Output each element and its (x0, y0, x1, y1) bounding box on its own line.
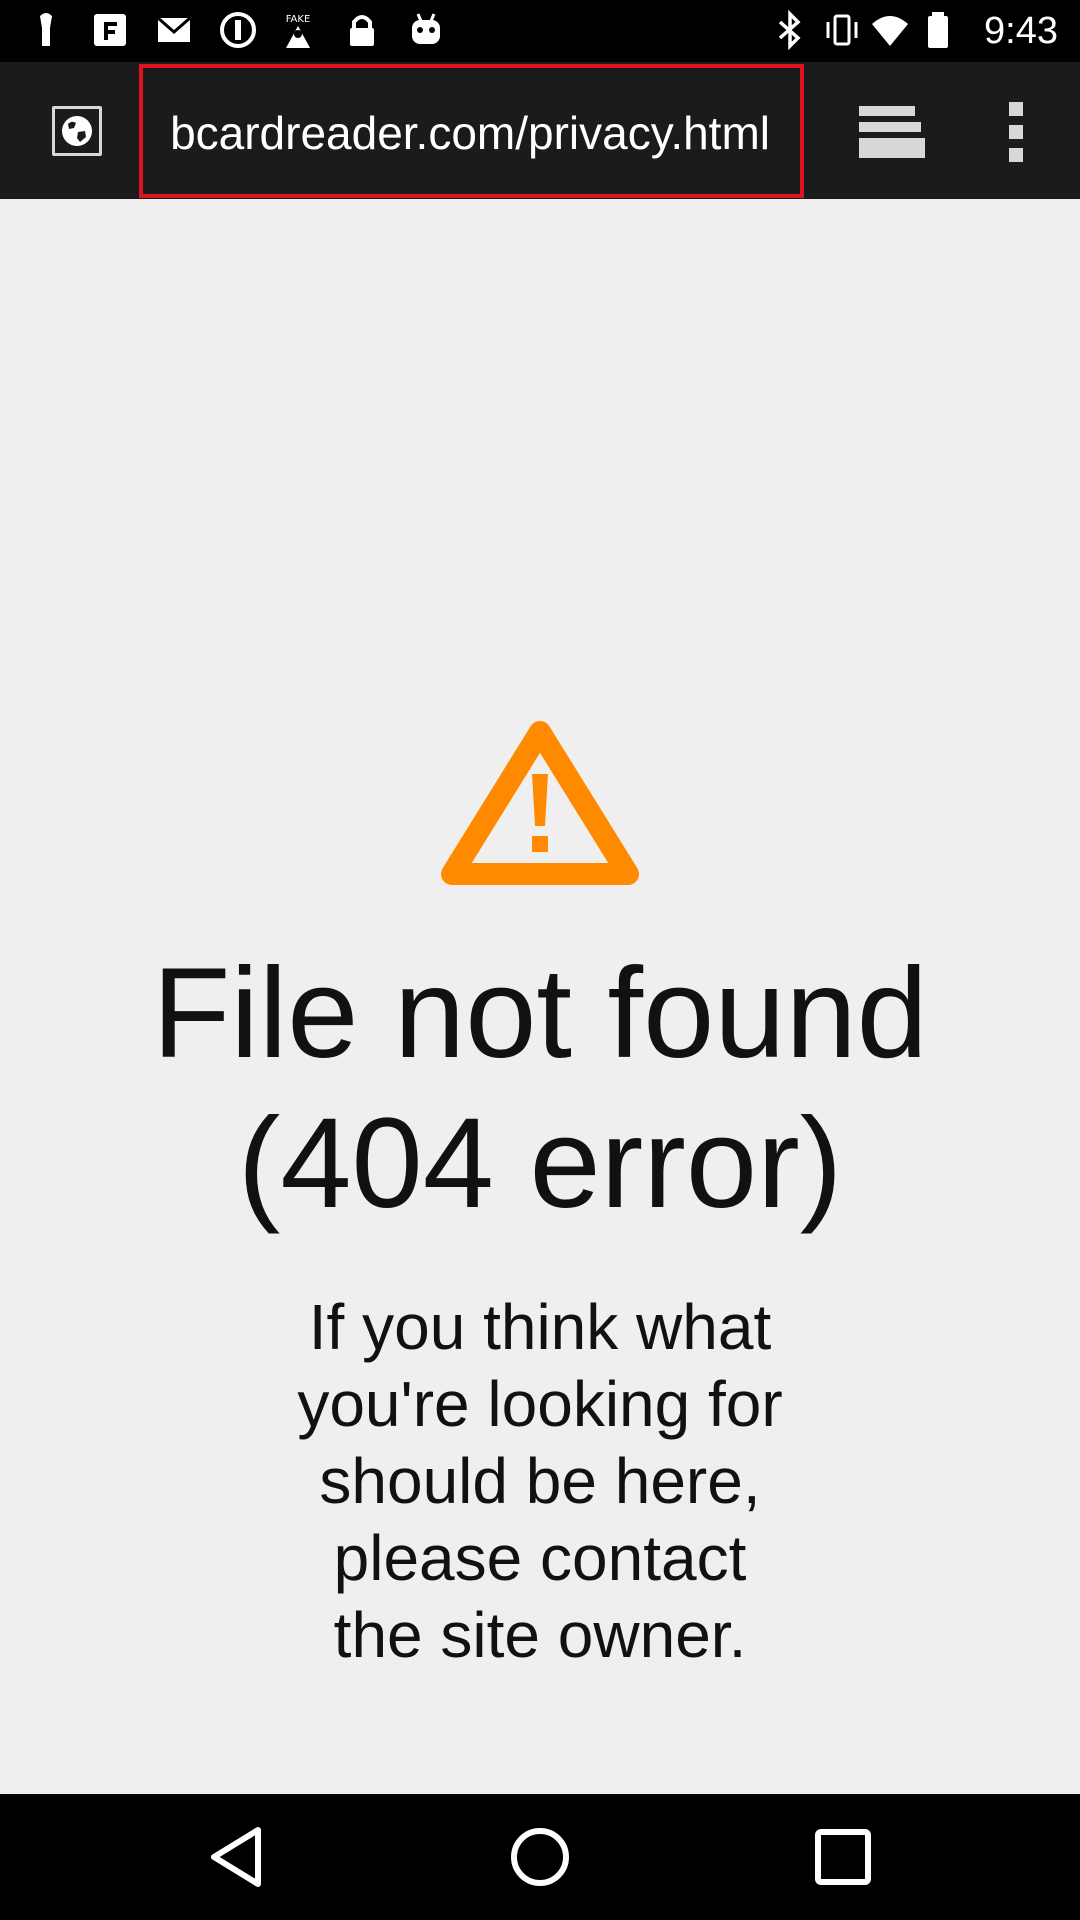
back-icon[interactable] (202, 1822, 272, 1892)
status-bar: FAKE 9:43 (0, 0, 1080, 62)
wifi-icon (872, 16, 908, 46)
error-title: File not found (404 error) (0, 939, 1080, 1239)
recents-icon[interactable] (808, 1822, 878, 1892)
url-text: bcardreader.com/privacy.html (170, 107, 770, 159)
bluetooth-icon (778, 10, 801, 50)
error-message-line: If you think what (308, 1291, 772, 1363)
status-time: 9:43 (984, 10, 1058, 52)
svg-text:FAKE: FAKE (286, 14, 311, 25)
error-message-line: the site owner. (333, 1599, 747, 1671)
globe-icon (62, 116, 92, 146)
warning-icon (441, 721, 639, 885)
vibrate-icon (826, 14, 858, 46)
error-message-line: please contact (333, 1522, 747, 1594)
usb-icon (40, 13, 52, 46)
android-icon (412, 13, 440, 44)
error-title-line: File not found (152, 942, 928, 1085)
app-notification-icon (94, 14, 126, 46)
home-icon[interactable] (505, 1822, 575, 1892)
site-info-button[interactable] (52, 106, 102, 156)
overflow-menu-icon[interactable] (995, 100, 1039, 164)
web-page-content: File not found (404 error) If you think … (0, 199, 1080, 1794)
tabs-icon[interactable] (855, 102, 927, 162)
error-title-line: (404 error) (237, 1092, 843, 1235)
battery-icon (928, 12, 948, 48)
address-bar[interactable]: bcardreader.com/privacy.html (139, 64, 804, 198)
mail-icon (157, 16, 191, 42)
lock-icon (350, 15, 374, 46)
fake-gps-icon: FAKE (286, 14, 311, 48)
info-circle-icon (220, 12, 256, 48)
error-message: If you think what you're looking for sho… (240, 1289, 840, 1674)
navigation-bar (0, 1794, 1080, 1920)
error-message-line: should be here, (319, 1445, 761, 1517)
browser-toolbar: bcardreader.com/privacy.html (0, 62, 1080, 199)
error-message-line: you're looking for (297, 1368, 783, 1440)
